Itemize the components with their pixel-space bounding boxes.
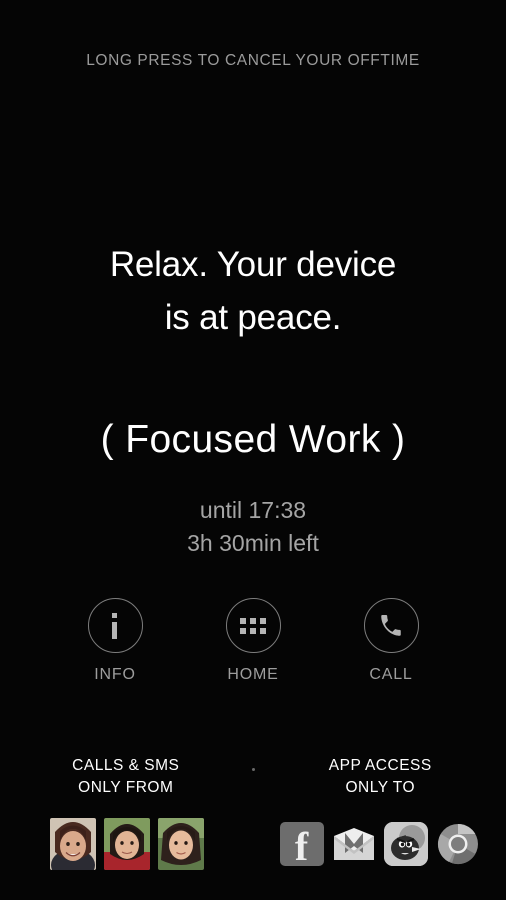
contact-avatar-1[interactable]	[49, 818, 96, 870]
phone-icon	[381, 614, 401, 636]
headline-line-2: is at peace.	[164, 298, 342, 337]
headline-line-1: Relax. Your device	[109, 245, 397, 284]
info-button-label: INFO	[94, 666, 136, 683]
calls-permission-title: CALLS & SMS ONLY FROM	[0, 755, 252, 799]
facebook-app-icon[interactable]: f	[279, 822, 324, 869]
long-press-hint: LONG PRESS TO CANCEL YOUR OFFTIME	[86, 52, 420, 69]
allowed-apps-list: f	[253, 818, 506, 869]
calls-title-line-1: CALLS & SMS	[72, 757, 180, 774]
calls-title-line-2: ONLY FROM	[78, 779, 174, 796]
allowed-contacts-list	[0, 818, 253, 870]
contact-avatar-3[interactable]	[157, 818, 204, 870]
active-profile-name: ( Focused Work )	[100, 418, 406, 461]
headline: Relax. Your device is at peace.	[0, 238, 506, 344]
apps-title-line-1: APP ACCESS	[328, 757, 432, 774]
info-button-circle[interactable]	[87, 598, 143, 653]
call-button-label: CALL	[369, 666, 413, 683]
info-button[interactable]: INFO	[60, 598, 170, 684]
timing-info: until 17:38 3h 30min left	[0, 494, 506, 560]
home-button[interactable]: HOME	[198, 598, 308, 684]
call-button-circle[interactable]	[363, 598, 419, 653]
gmail-envelope-icon	[333, 828, 374, 860]
gmail-app-icon[interactable]	[332, 822, 376, 866]
action-button-row: INFO HOME CALL	[0, 598, 506, 684]
angry-bird-glyph	[383, 822, 428, 866]
until-time: until 17:38	[199, 497, 307, 523]
home-button-label: HOME	[227, 666, 279, 683]
app-drawer-icon	[240, 617, 266, 634]
apps-permission-title: APP ACCESS ONLY TO	[255, 755, 506, 799]
permissions-items: f	[0, 818, 506, 870]
chrome-glyph	[437, 824, 478, 865]
angry-birds-app-icon[interactable]	[383, 822, 428, 866]
chrome-app-icon[interactable]	[436, 822, 480, 866]
facebook-f-glyph: f	[294, 824, 309, 869]
offtime-lock-screen[interactable]: LONG PRESS TO CANCEL YOUR OFFTIME Relax.…	[0, 0, 506, 900]
time-remaining: 3h 30min left	[187, 530, 319, 556]
contact-avatar-2[interactable]	[103, 818, 150, 870]
call-button[interactable]: CALL	[336, 598, 446, 684]
permissions-titles: CALLS & SMS ONLY FROM APP ACCESS ONLY TO	[0, 755, 506, 799]
info-icon	[112, 612, 118, 639]
apps-title-line-2: ONLY TO	[345, 779, 416, 796]
home-button-circle[interactable]	[225, 598, 281, 653]
